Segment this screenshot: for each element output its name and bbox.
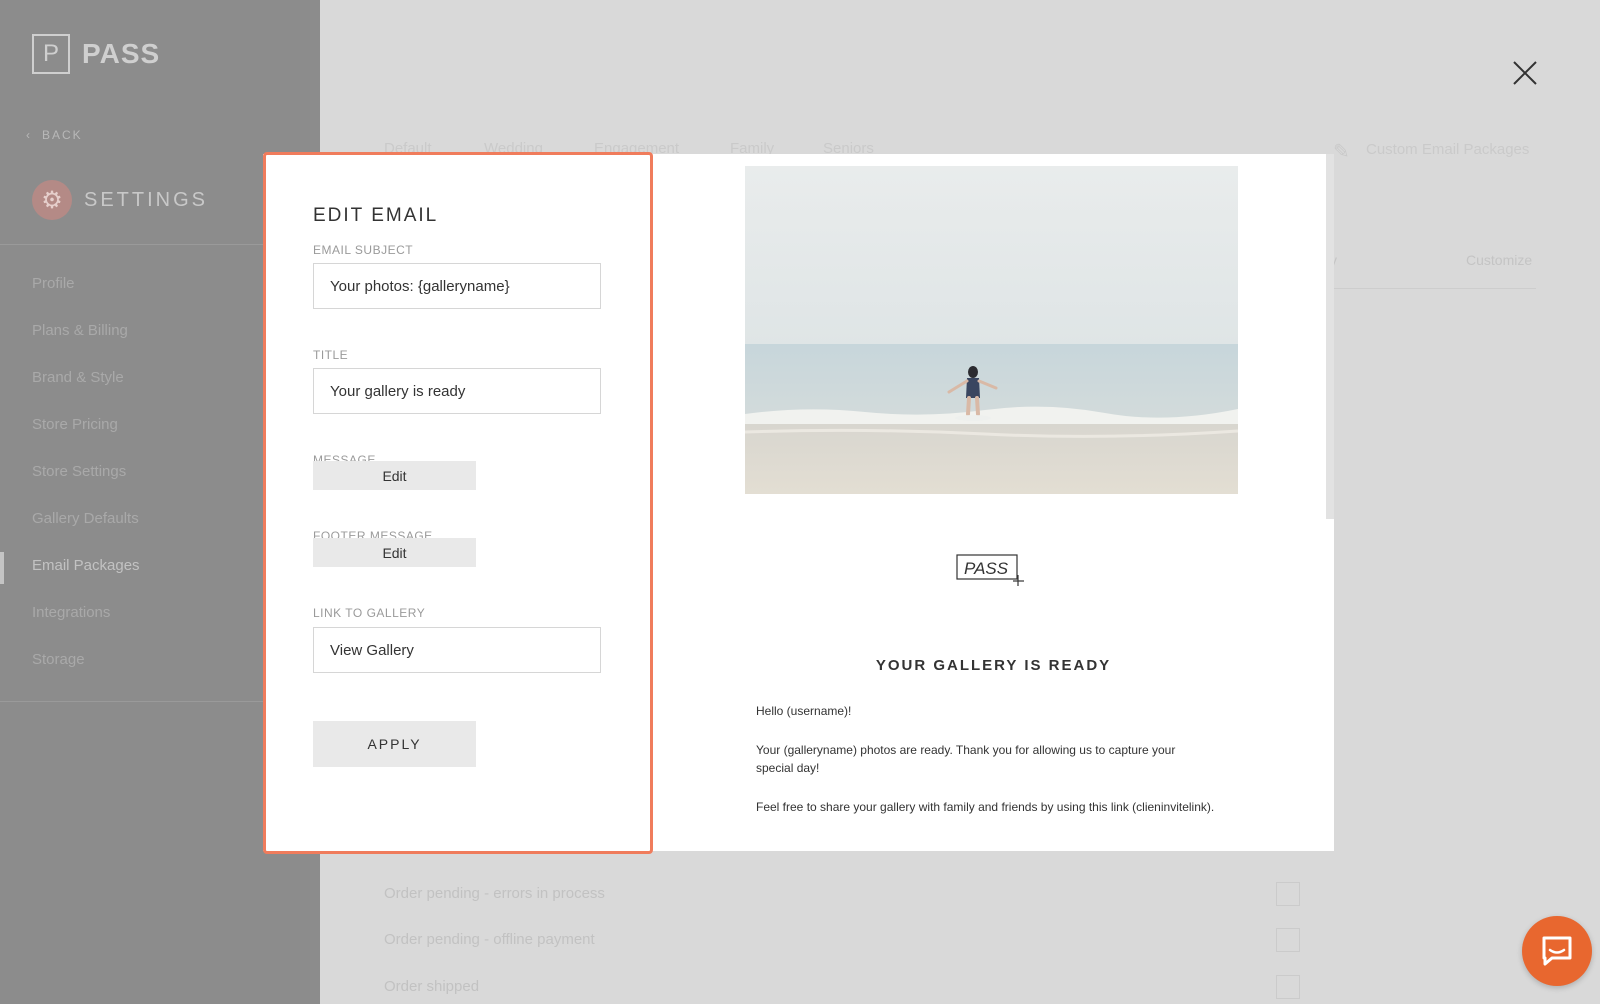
email-preview: PASS YOUR GALLERY IS READY Hello (userna…	[653, 154, 1334, 851]
preview-scrollbar[interactable]	[1326, 154, 1334, 519]
table-row: Order pending - errors in process	[384, 885, 605, 902]
back-label: BACK	[42, 128, 83, 142]
custom-email-packages-link[interactable]: Custom Email Packages	[1366, 141, 1529, 158]
sidebar-item-integrations[interactable]: Integrations	[32, 604, 110, 621]
sidebar-item-storage[interactable]: Storage	[32, 651, 85, 668]
title-label: TITLE	[313, 348, 349, 362]
close-icon[interactable]	[1510, 58, 1540, 88]
column-header-customize: Customize	[1466, 252, 1533, 268]
back-link[interactable]: ‹ BACK	[26, 128, 83, 142]
table-row: Order shipped	[384, 978, 480, 995]
chat-button[interactable]	[1522, 916, 1592, 986]
row-checkbox[interactable]	[1276, 975, 1300, 999]
logo-text: PASS	[82, 38, 161, 69]
pencil-icon: ✎	[1333, 141, 1350, 163]
sidebar-item-store-settings[interactable]: Store Settings	[32, 463, 126, 480]
svg-text:PASS: PASS	[964, 559, 1009, 578]
row-checkbox[interactable]	[1276, 882, 1300, 906]
pass-logo-icon: PASS	[956, 553, 1026, 592]
sidebar-item-brand-style[interactable]: Brand & Style	[32, 369, 124, 386]
email-subject-input[interactable]	[313, 263, 601, 309]
edit-message-button[interactable]: Edit	[313, 461, 476, 490]
logo-mark: P	[32, 34, 70, 74]
edit-email-panel: EDIT EMAIL EMAIL SUBJECT TITLE MESSAGE E…	[263, 152, 653, 854]
preview-title: YOUR GALLERY IS READY	[875, 657, 1112, 674]
edit-footer-button[interactable]: Edit	[313, 538, 476, 567]
hero-image	[745, 166, 1238, 494]
link-to-gallery-input[interactable]	[313, 627, 601, 673]
gear-icon: ⚙	[32, 180, 72, 220]
pass-logo[interactable]: P PASS	[32, 34, 160, 74]
sidebar-item-profile[interactable]: Profile	[32, 275, 75, 292]
row-checkbox[interactable]	[1276, 928, 1300, 952]
active-indicator	[0, 552, 4, 584]
settings-title: SETTINGS	[84, 188, 209, 211]
preview-paragraph: Your (galleryname) photos are ready. Tha…	[756, 743, 1176, 775]
sidebar-item-gallery-defaults[interactable]: Gallery Defaults	[32, 510, 139, 527]
apply-button[interactable]: APPLY	[313, 721, 476, 767]
chat-icon	[1542, 936, 1572, 966]
chevron-left-icon: ‹	[26, 128, 32, 142]
link-to-gallery-label: LINK TO GALLERY	[313, 606, 426, 620]
sidebar-item-store-pricing[interactable]: Store Pricing	[32, 416, 118, 433]
sidebar-item-email-packages[interactable]: Email Packages	[32, 557, 140, 574]
title-input[interactable]	[313, 368, 601, 414]
panel-title: EDIT EMAIL	[313, 205, 439, 226]
table-row: Order pending - offline payment	[384, 931, 595, 948]
email-subject-label: EMAIL SUBJECT	[313, 243, 414, 257]
settings-header: ⚙ SETTINGS	[32, 180, 208, 220]
preview-greeting: Hello (username)!	[756, 704, 852, 718]
preview-paragraph: Feel free to share your gallery with fam…	[756, 800, 1215, 814]
sidebar-item-plans-billing[interactable]: Plans & Billing	[32, 322, 128, 339]
